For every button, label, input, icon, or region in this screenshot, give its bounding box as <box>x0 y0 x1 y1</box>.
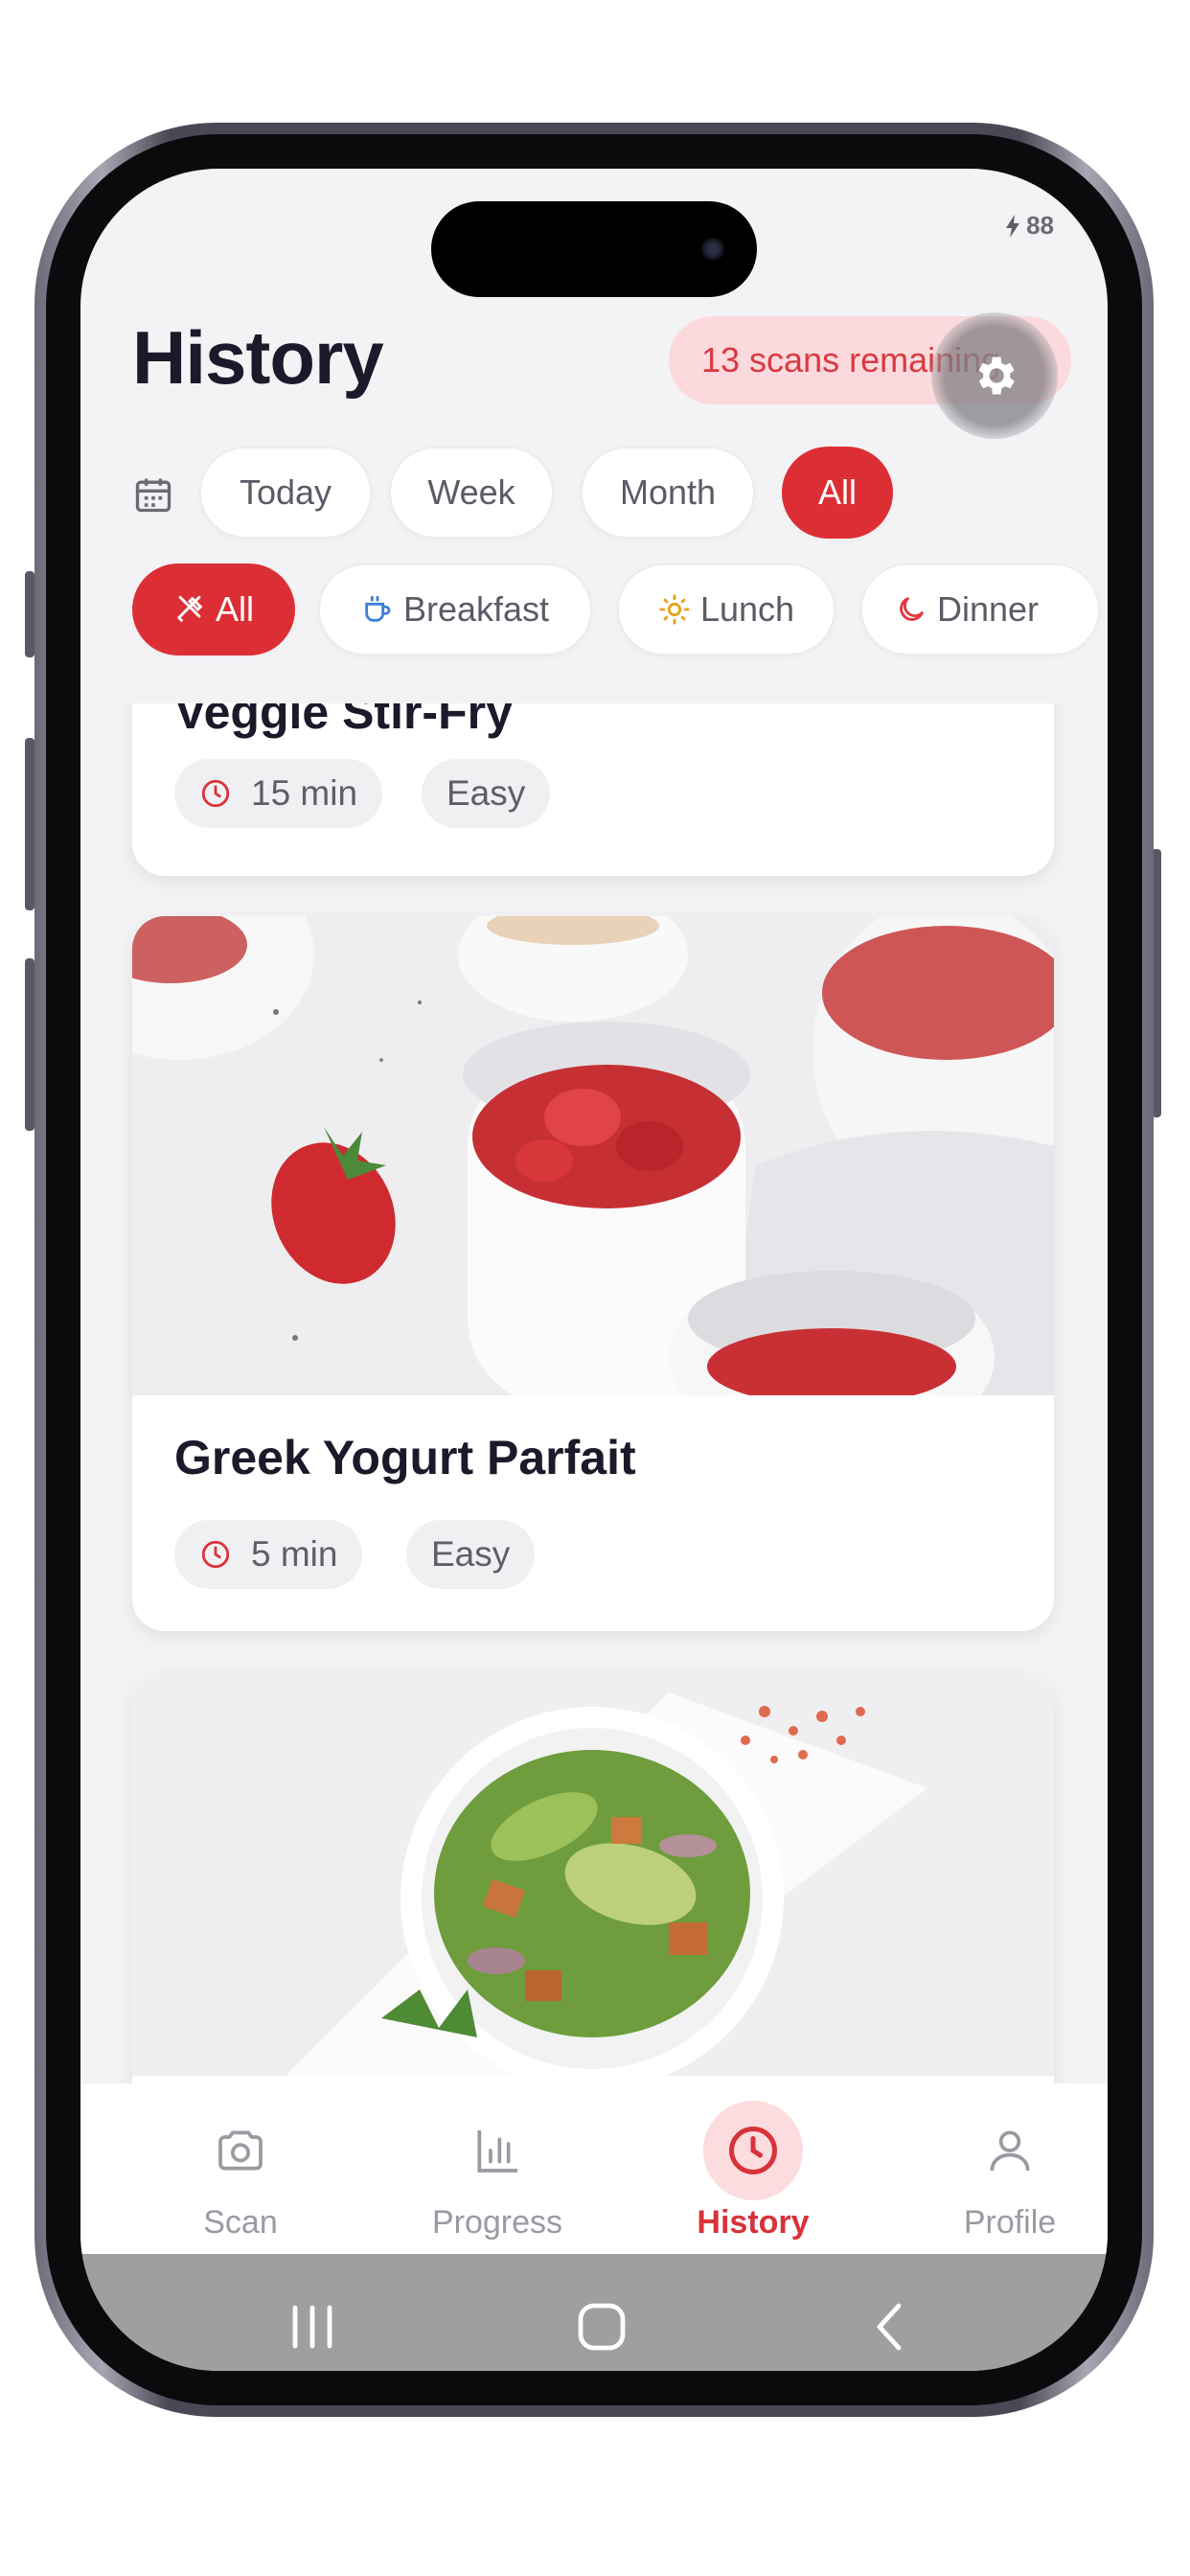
meal-filter-all-label: All <box>215 589 254 629</box>
camera-icon <box>218 2130 263 2171</box>
meal-photo <box>132 1673 1054 2083</box>
settings-button[interactable] <box>931 312 1058 439</box>
time-value: 15 min <box>251 773 358 813</box>
time-tag: 5 min <box>174 1520 363 1589</box>
nav-history[interactable]: History <box>648 2101 858 2254</box>
front-camera <box>701 238 724 261</box>
difficulty-tag: Easy <box>406 1520 536 1589</box>
filter-today-label: Today <box>239 472 332 512</box>
coffee-cup-icon <box>365 595 391 622</box>
clock-icon <box>201 779 230 808</box>
nav-scan-label: Scan <box>203 2204 278 2241</box>
meal-filter-all[interactable]: All <box>132 564 295 656</box>
nav-scan[interactable]: Scan <box>135 2101 346 2254</box>
battery-level: 88 <box>1026 211 1054 240</box>
meal-filter-dinner[interactable]: Dinner <box>860 564 1100 656</box>
nav-profile[interactable]: Profile <box>904 2101 1108 2254</box>
back-icon[interactable] <box>862 2298 920 2356</box>
clock-icon <box>201 1540 230 1569</box>
dynamic-island <box>431 201 757 297</box>
nav-scan-icon-wrap <box>191 2101 290 2200</box>
yogurt-parfait-image <box>132 916 1054 1424</box>
nav-progress[interactable]: Progress <box>392 2101 603 2254</box>
bottom-nav: Scan Progress History Profile <box>80 2083 1108 2254</box>
volume-down-button <box>25 958 34 1131</box>
meal-filter-dinner-label: Dinner <box>937 589 1040 629</box>
filter-today[interactable]: Today <box>199 447 372 539</box>
meal-filter-lunch[interactable]: Lunch <box>617 564 835 656</box>
status-indicators: 88 <box>1005 211 1054 241</box>
filter-month-label: Month <box>619 472 717 512</box>
gear-icon <box>978 356 1015 395</box>
clock-icon <box>729 2127 777 2174</box>
recent-apps-icon[interactable] <box>284 2298 341 2356</box>
filter-month[interactable]: Month <box>581 447 755 539</box>
meal-filter-breakfast[interactable]: Breakfast <box>318 564 592 656</box>
moon-icon <box>900 597 924 621</box>
phone-bezel: 88 History 13 scans remaining Today Week… <box>46 134 1142 2405</box>
user-icon <box>990 2130 1030 2172</box>
meal-title: Greek Yogurt Parfait <box>174 1431 636 1484</box>
action-button <box>25 571 34 657</box>
salad-bowl-image <box>132 1673 1054 2083</box>
meal-card[interactable]: Greek Yogurt Parfait 5 min Easy <box>132 916 1054 1631</box>
bar-chart-icon <box>477 2130 517 2173</box>
nav-history-icon-wrap <box>703 2101 803 2200</box>
system-nav-bar <box>80 2254 1108 2371</box>
nav-profile-label: Profile <box>963 2204 1057 2241</box>
meal-card[interactable]: Veggie Stir-Fry 15 min Easy <box>132 703 1054 876</box>
nav-progress-label: Progress <box>431 2204 563 2241</box>
phone-frame: 88 History 13 scans remaining Today Week… <box>34 123 1154 2417</box>
meal-filter-lunch-label: Lunch <box>699 589 795 629</box>
difficulty-value: Easy <box>446 773 526 813</box>
nav-history-label: History <box>697 2204 810 2241</box>
calendar-icon[interactable] <box>132 473 174 516</box>
app-screen: 88 History 13 scans remaining Today Week… <box>80 169 1108 2371</box>
filter-all-dates[interactable]: All <box>782 447 893 539</box>
nav-progress-icon-wrap <box>447 2101 547 2200</box>
page-title: History <box>132 315 384 400</box>
difficulty-tag: Easy <box>422 759 551 828</box>
meal-photo <box>132 916 1054 1424</box>
bolt-icon <box>1006 214 1020 238</box>
filter-all-dates-label: All <box>817 472 857 512</box>
filter-week-label: Week <box>427 472 515 512</box>
sun-icon <box>659 594 690 625</box>
difficulty-value: Easy <box>431 1534 511 1574</box>
volume-up-button <box>25 738 34 910</box>
time-tag: 15 min <box>174 759 383 828</box>
meal-card[interactable] <box>132 1673 1054 2083</box>
nav-profile-icon-wrap <box>960 2101 1060 2200</box>
history-feed[interactable]: Veggie Stir-Fry 15 min Easy Greek Yogurt… <box>80 703 1108 2083</box>
meal-filter-breakfast-label: Breakfast <box>402 589 550 629</box>
utensils-icon <box>177 595 203 622</box>
filter-week[interactable]: Week <box>389 447 554 539</box>
home-icon[interactable] <box>573 2298 630 2356</box>
meal-title: Veggie Stir-Fry <box>174 703 513 739</box>
time-value: 5 min <box>251 1534 338 1574</box>
